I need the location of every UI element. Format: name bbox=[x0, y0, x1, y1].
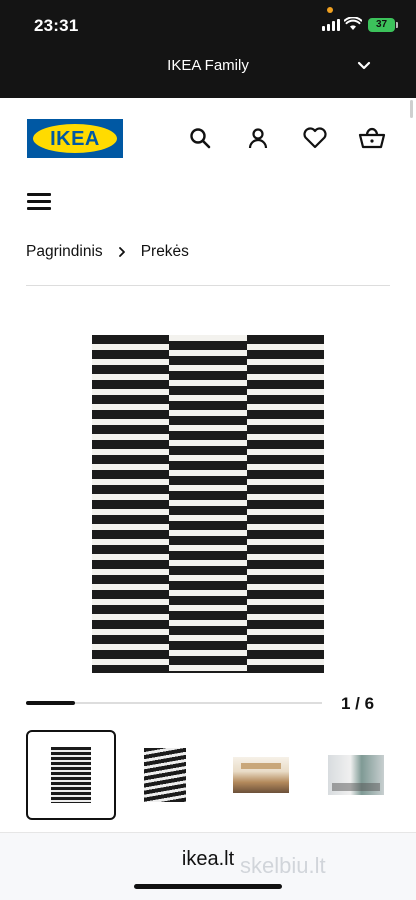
thumbnail-2[interactable] bbox=[120, 730, 210, 820]
cart-icon[interactable] bbox=[358, 124, 386, 152]
logo-text: IKEA bbox=[50, 128, 100, 150]
breadcrumb-item-products[interactable]: Prekės bbox=[141, 243, 189, 261]
thumbnail-1[interactable] bbox=[26, 730, 116, 820]
gallery-progress-bar bbox=[26, 701, 322, 705]
status-time: 23:31 bbox=[34, 16, 79, 35]
breadcrumb: Pagrindinis Prekės bbox=[26, 243, 189, 261]
ikea-family-dropdown[interactable]: IKEA Family bbox=[0, 52, 416, 82]
site-header: IKEA bbox=[0, 98, 416, 180]
gallery-progress-fill bbox=[26, 701, 75, 705]
ikea-family-label: IKEA Family bbox=[167, 57, 249, 74]
gallery-counter: 1 / 6 bbox=[341, 694, 375, 713]
ikea-logo[interactable]: IKEA bbox=[27, 119, 123, 158]
url-text[interactable]: ikea.lt bbox=[0, 848, 416, 871]
privacy-indicator-dot bbox=[327, 7, 333, 13]
thumbnail-3[interactable] bbox=[216, 730, 306, 820]
wifi-icon bbox=[344, 17, 362, 30]
top-dark-bar: 23:31 37 IKEA Family bbox=[0, 0, 416, 98]
cellular-signal-icon bbox=[322, 19, 340, 31]
chevron-right-icon bbox=[117, 246, 127, 258]
search-icon[interactable] bbox=[186, 124, 214, 152]
divider bbox=[26, 285, 390, 286]
heart-icon[interactable] bbox=[301, 124, 329, 152]
home-indicator[interactable] bbox=[134, 884, 282, 889]
menu-icon[interactable] bbox=[27, 193, 51, 213]
product-image[interactable] bbox=[92, 335, 324, 673]
chevron-down-icon bbox=[357, 61, 371, 70]
user-icon[interactable] bbox=[244, 124, 272, 152]
battery-indicator: 37 bbox=[368, 18, 398, 32]
browser-url-bar[interactable]: skelbiu.lt ikea.lt bbox=[0, 832, 416, 900]
status-bar: 23:31 37 bbox=[0, 0, 416, 50]
thumbnail-4[interactable] bbox=[311, 730, 401, 820]
breadcrumb-item-home[interactable]: Pagrindinis bbox=[26, 243, 103, 261]
